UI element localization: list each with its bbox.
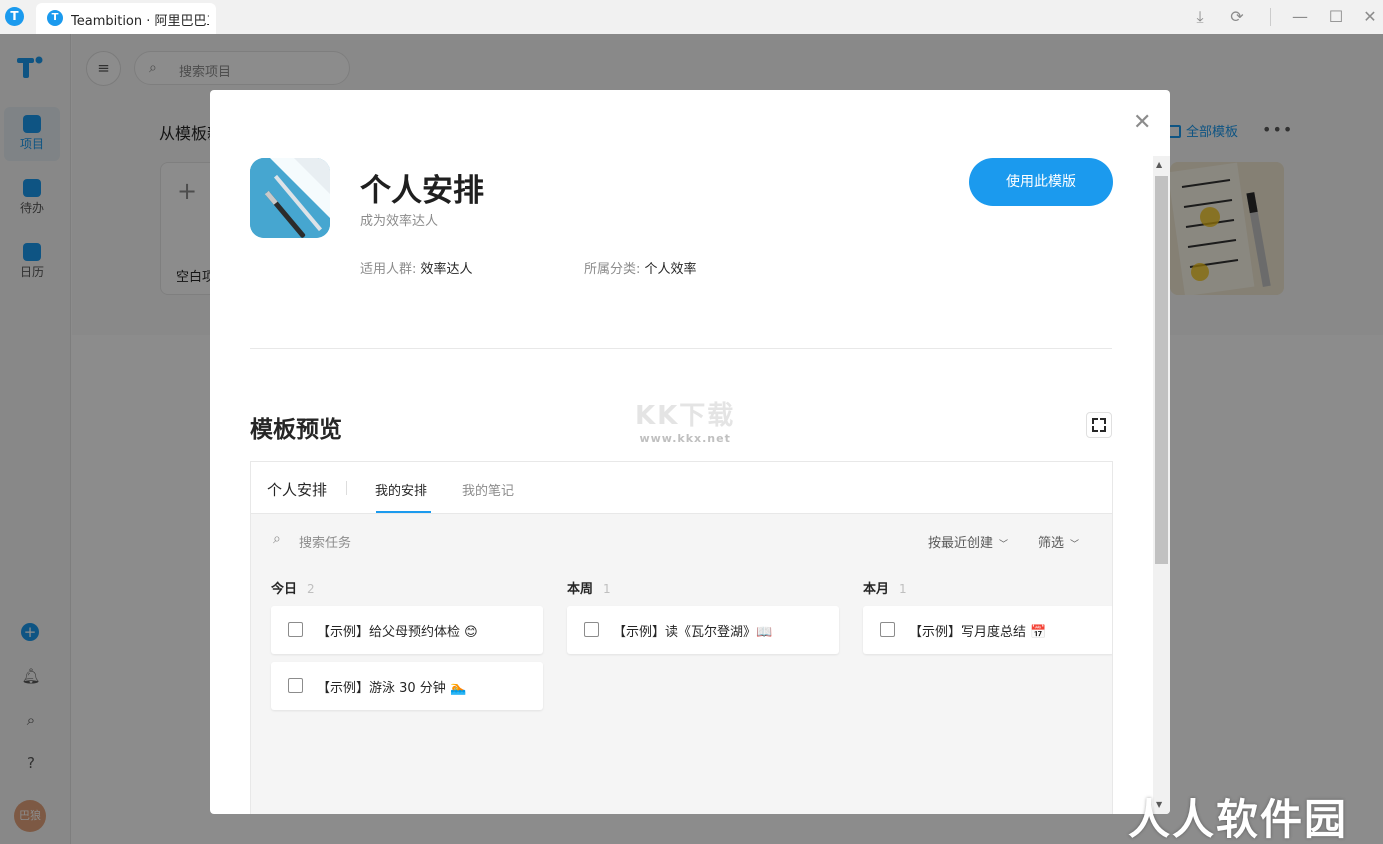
- category-meta: 所属分类: 个人效率: [584, 258, 697, 277]
- category-key: 所属分类:: [584, 262, 641, 277]
- audience-meta: 适用人群: 效率达人: [360, 258, 473, 277]
- column-title-month: 本月 1: [863, 578, 907, 597]
- maximize-icon[interactable]: ☐: [1323, 4, 1349, 30]
- chevron-down-icon: ﹀: [1070, 540, 1080, 550]
- sync-icon[interactable]: ⟳: [1224, 4, 1250, 30]
- preview-title: 模板预览: [250, 417, 342, 443]
- task-checkbox[interactable]: [288, 678, 303, 693]
- corner-watermark: 人人软件园: [1128, 795, 1349, 844]
- template-icon: [250, 158, 330, 238]
- task-card[interactable]: 【示例】写月度总结 📅: [863, 606, 1112, 654]
- filter-label: 筛选: [1038, 536, 1065, 551]
- template-modal: ✕ 个人安排 成为效率达人 使用此模版 适用人群: 效率达人 所属分类: 个人效…: [210, 90, 1170, 814]
- fullscreen-icon[interactable]: [1086, 412, 1112, 438]
- template-title: 个人安排: [360, 173, 484, 209]
- watermark-sub: www.kkx.net: [639, 432, 731, 445]
- task-title: 【示例】游泳 30 分钟 🏊: [317, 681, 467, 696]
- minimize-icon[interactable]: —: [1287, 4, 1313, 30]
- close-window-icon[interactable]: ✕: [1357, 4, 1383, 30]
- task-card[interactable]: 【示例】读《瓦尔登湖》📖: [567, 606, 839, 654]
- teambition-icon: T: [47, 10, 63, 26]
- header-divider: [346, 481, 347, 495]
- task-checkbox[interactable]: [288, 622, 303, 637]
- task-card[interactable]: 【示例】给父母预约体检 😊: [271, 606, 543, 654]
- app-logo-icon: T: [5, 7, 24, 26]
- scrollbar-thumb[interactable]: [1155, 176, 1168, 564]
- column-title: 本月: [863, 582, 890, 597]
- column-count: 1: [603, 582, 611, 596]
- active-tab-indicator: [376, 511, 431, 513]
- watermark-main: KK下载: [635, 401, 736, 431]
- watermark: KK下载 www.kkx.net: [635, 395, 735, 445]
- sort-dropdown[interactable]: 按最近创建 ﹀: [928, 532, 1008, 551]
- template-preview: 个人安排 我的安排 我的笔记 ⌕ 搜索任务 按最近创建 ﹀ 筛选 ﹀ 今日 2 本周 1…: [250, 461, 1113, 814]
- category-value: 个人效率: [644, 262, 697, 277]
- task-checkbox[interactable]: [880, 622, 895, 637]
- title-bar: T T Teambition · 阿里巴巴工 ⤓ ⟳ — ☐ ✕: [0, 0, 1383, 34]
- close-icon[interactable]: ✕: [1133, 112, 1151, 134]
- column-title-week: 本周 1: [567, 578, 611, 597]
- use-template-button[interactable]: 使用此模版: [969, 158, 1113, 206]
- task-search-input[interactable]: 搜索任务: [299, 532, 351, 551]
- sort-label: 按最近创建: [928, 536, 994, 551]
- task-checkbox[interactable]: [584, 622, 599, 637]
- tab-title: Teambition · 阿里巴巴工: [71, 14, 209, 29]
- column-title: 本周: [567, 582, 594, 597]
- column-count: 1: [899, 582, 907, 596]
- task-title: 【示例】给父母预约体检 😊: [317, 625, 478, 640]
- column-title-today: 今日 2: [271, 578, 315, 597]
- search-icon: ⌕: [273, 531, 281, 547]
- audience-key: 适用人群:: [360, 262, 417, 277]
- preview-project-name: 个人安排: [267, 481, 328, 499]
- task-title: 【示例】写月度总结 📅: [909, 625, 1047, 640]
- chevron-down-icon: ﹀: [999, 540, 1009, 550]
- scroll-up-icon[interactable]: ▲: [1156, 160, 1162, 169]
- audience-value: 效率达人: [420, 262, 473, 277]
- tab-my-schedule[interactable]: 我的安排: [375, 480, 427, 499]
- column-count: 2: [307, 582, 315, 596]
- preview-header: 个人安排 我的安排 我的笔记: [251, 462, 1112, 514]
- filter-dropdown[interactable]: 筛选 ﹀: [1038, 532, 1079, 551]
- column-title: 今日: [271, 582, 298, 597]
- titlebar-divider: [1270, 8, 1271, 26]
- download-icon[interactable]: ⤓: [1187, 4, 1213, 30]
- task-title: 【示例】读《瓦尔登湖》📖: [613, 625, 773, 640]
- template-subtitle: 成为效率达人: [360, 214, 439, 229]
- tab-my-notes[interactable]: 我的笔记: [462, 480, 514, 499]
- divider: [250, 348, 1112, 349]
- browser-tab[interactable]: T Teambition · 阿里巴巴工: [36, 3, 216, 34]
- task-card[interactable]: 【示例】游泳 30 分钟 🏊: [271, 662, 543, 710]
